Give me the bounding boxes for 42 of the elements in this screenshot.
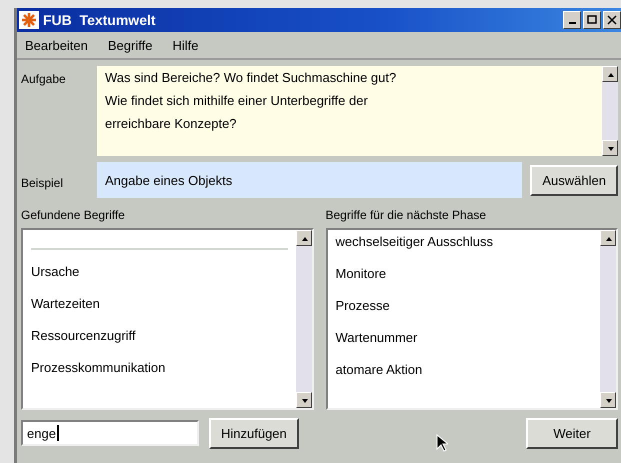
list-item[interactable]: Prozesse (336, 298, 592, 316)
field-label: Beispiel (21, 175, 64, 190)
scroll-up-button[interactable] (600, 230, 616, 246)
scrollbar[interactable] (296, 230, 312, 408)
example-field[interactable]: Angabe eines Objekts (97, 162, 522, 198)
list-item[interactable]: wechselseitiger Ausschluss (336, 234, 592, 252)
scroll-down-button[interactable] (602, 140, 618, 156)
list-item[interactable]: Ursache (31, 264, 288, 282)
maximize-button[interactable] (583, 11, 601, 29)
close-icon (607, 15, 617, 25)
scroll-up-button[interactable] (602, 66, 618, 82)
scrollbar[interactable] (600, 230, 616, 408)
list-item[interactable]: Wartenummer (336, 330, 592, 348)
input-field[interactable]: enge (21, 420, 199, 446)
list-item[interactable]: Monitore (336, 266, 592, 284)
list-item[interactable]: Ressourcenzugriff (31, 328, 288, 346)
window-title: FUB Textumwelt (43, 12, 156, 28)
list-item[interactable]: Wartezeiten (31, 296, 288, 314)
app-icon (19, 11, 39, 29)
scroll-down-button[interactable] (600, 392, 616, 408)
scrollbar[interactable] (602, 66, 618, 156)
list-label: Gefundene Begriffe (21, 208, 126, 222)
list-label: Begriffe für die nächste Phase (326, 208, 488, 222)
text-line: Wie findet sich mithilfe einer Unterbegriffe der (105, 93, 369, 108)
scroll-down-button[interactable] (296, 392, 312, 408)
menu-item[interactable]: Hilfe (172, 38, 198, 52)
minimize-button[interactable] (563, 11, 581, 29)
scroll-up-button[interactable] (296, 230, 312, 246)
maximize-icon (587, 15, 597, 25)
minimize-icon (568, 22, 576, 24)
menu-item[interactable]: Bearbeiten (25, 38, 88, 52)
field-label: Aufgabe (21, 71, 67, 86)
mouse-pointer-icon (436, 434, 448, 452)
select-button[interactable]: Auswählen (530, 164, 618, 196)
next-button[interactable]: Weiter (526, 418, 618, 448)
close-button[interactable] (603, 11, 621, 29)
add-button[interactable]: Hinzufügen (209, 418, 299, 448)
list-item[interactable]: atomare Aktion (336, 362, 592, 380)
list-item[interactable]: Prozesskommunikation (31, 360, 288, 378)
text-line: Was sind Bereiche? Wo findet Suchmaschine gut? (105, 70, 398, 85)
menu-item[interactable]: Begriffe (108, 38, 152, 52)
text-line: erreichbare Konzepte? (105, 116, 238, 131)
